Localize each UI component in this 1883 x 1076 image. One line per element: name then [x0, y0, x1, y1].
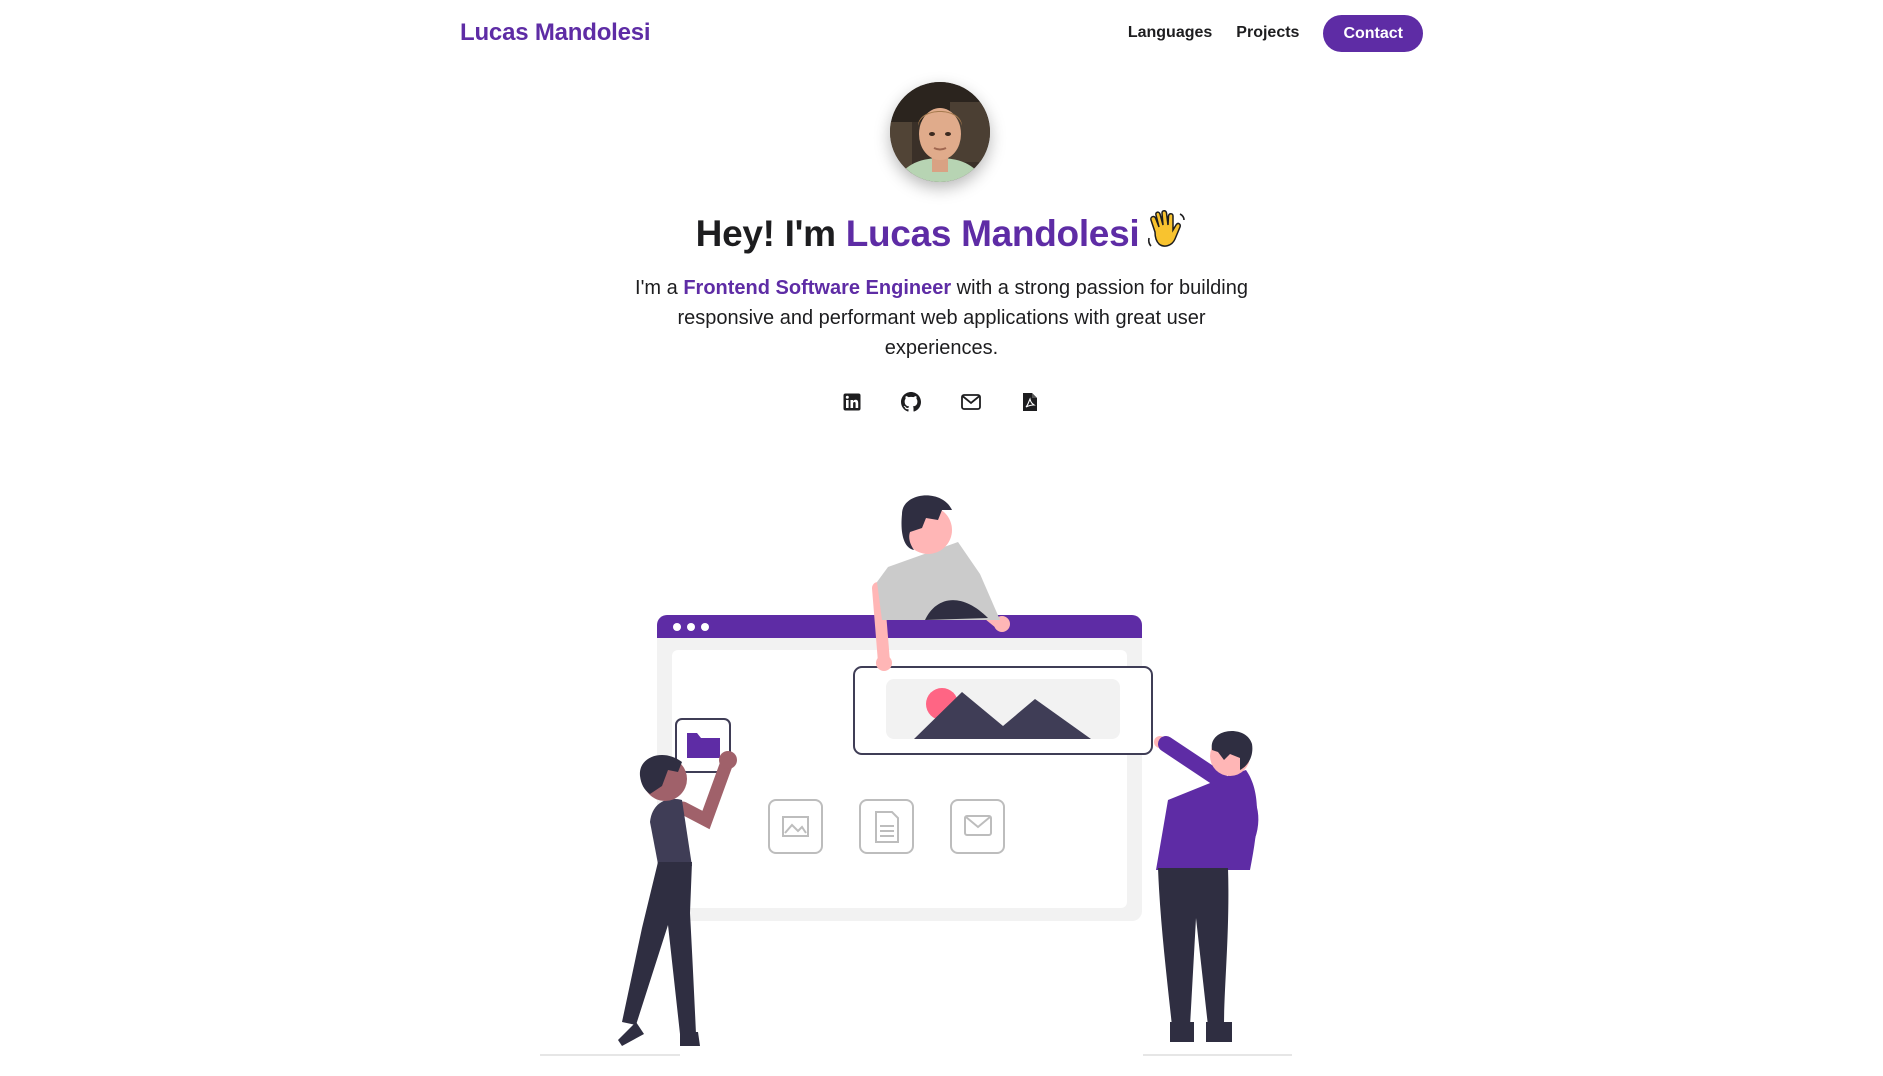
- pdf-icon[interactable]: [1019, 391, 1041, 413]
- avatar-photo: [890, 82, 990, 182]
- hero-illustration: [534, 470, 1340, 1076]
- hero-desc-prefix: I'm a: [635, 277, 684, 299]
- image-card-graphic: [853, 666, 1153, 755]
- avatar: [890, 82, 990, 182]
- main-nav: Languages Projects Contact: [1128, 14, 1423, 52]
- hero-desc-role: Frontend Software Engineer: [683, 277, 952, 299]
- mail-icon[interactable]: [960, 391, 982, 413]
- social-links: [841, 390, 1041, 414]
- page: Lucas Mandolesi Languages Projects Conta…: [0, 0, 1883, 1076]
- linkedin-icon[interactable]: [841, 391, 863, 413]
- hero-description: I'm a Frontend Software Engineer with a …: [631, 273, 1252, 363]
- nav-link-languages[interactable]: Languages: [1128, 24, 1212, 42]
- brand-link[interactable]: Lucas Mandolesi: [460, 19, 651, 47]
- person-right-graphic: [1143, 731, 1292, 1056]
- waving-hand-icon: [1145, 208, 1187, 259]
- hero-title-prefix: Hey! I'm: [695, 213, 846, 254]
- site-header: Lucas Mandolesi Languages Projects Conta…: [460, 14, 1423, 52]
- github-icon[interactable]: [900, 391, 922, 413]
- hero-title: Hey! I'm Lucas Mandolesi: [0, 208, 1883, 259]
- contact-button[interactable]: Contact: [1323, 14, 1423, 52]
- nav-link-projects[interactable]: Projects: [1236, 24, 1299, 42]
- hero-title-name: Lucas Mandolesi: [845, 213, 1140, 254]
